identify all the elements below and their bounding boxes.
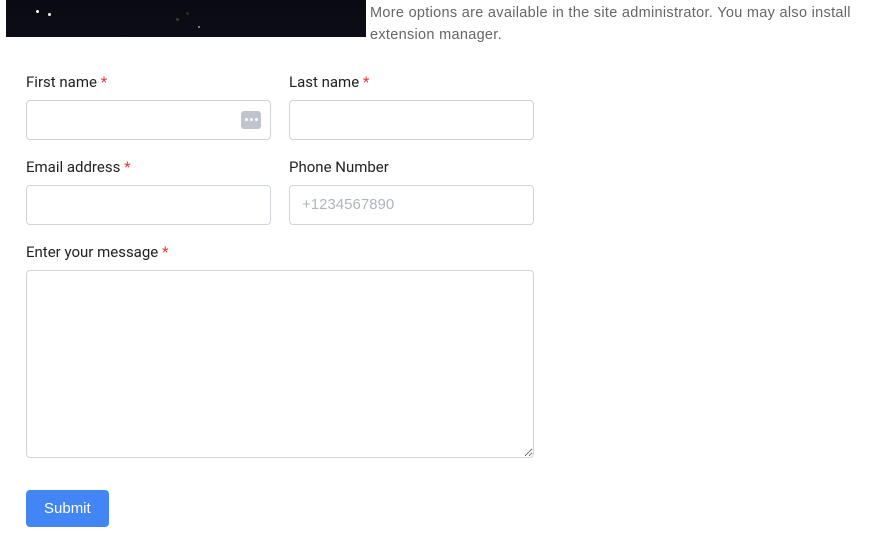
email-group: Email address * — [26, 158, 271, 225]
message-label-text: Enter your message — [26, 243, 158, 261]
message-textarea[interactable] — [26, 270, 534, 458]
last-name-label: Last name * — [289, 73, 534, 91]
phone-label: Phone Number — [289, 158, 534, 176]
last-name-group: Last name * — [289, 73, 534, 140]
hero-image — [6, 0, 366, 37]
email-label-text: Email address — [26, 158, 120, 176]
phone-group: Phone Number — [289, 158, 534, 225]
last-name-input[interactable] — [289, 100, 534, 140]
first-name-label-text: First name — [26, 73, 97, 91]
last-name-label-text: Last name — [289, 73, 359, 91]
phone-input[interactable] — [289, 185, 534, 225]
email-input[interactable] — [26, 185, 271, 225]
submit-button[interactable]: Submit — [26, 490, 109, 527]
first-name-label: First name * — [26, 73, 271, 91]
phone-label-text: Phone Number — [289, 158, 389, 176]
autofill-icon[interactable] — [241, 111, 261, 129]
message-group: Enter your message * — [26, 243, 534, 462]
required-asterisk: * — [124, 158, 130, 176]
contact-form: First name * Last name * Email address * — [0, 47, 560, 553]
required-asterisk: * — [101, 73, 107, 91]
first-name-group: First name * — [26, 73, 271, 140]
required-asterisk: * — [162, 243, 168, 261]
first-name-input[interactable] — [26, 100, 271, 140]
message-label: Enter your message * — [26, 243, 534, 261]
intro-text: More options are available in the site a… — [366, 0, 880, 47]
email-label: Email address * — [26, 158, 271, 176]
required-asterisk: * — [363, 73, 369, 91]
